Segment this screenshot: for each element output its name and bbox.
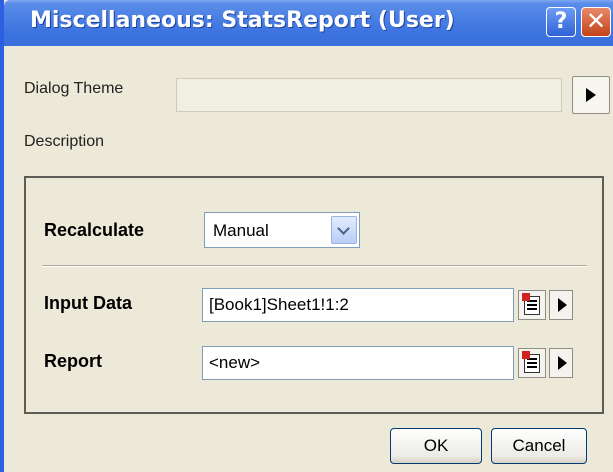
input-data-select-range-button[interactable] bbox=[518, 290, 546, 320]
recalculate-select[interactable]: Manual bbox=[204, 212, 360, 248]
report-label: Report bbox=[44, 351, 102, 371]
recalculate-label: Recalculate bbox=[44, 220, 145, 240]
ok-button[interactable]: OK bbox=[390, 428, 482, 464]
recalculate-value: Manual bbox=[213, 221, 269, 240]
red-marker-icon bbox=[522, 351, 530, 359]
dialog-theme-menu-button[interactable] bbox=[572, 76, 610, 114]
right-triangle-icon bbox=[558, 356, 567, 370]
input-data-field[interactable]: [Book1]Sheet1!1:2 bbox=[202, 288, 514, 322]
input-data-menu-button[interactable] bbox=[549, 290, 573, 320]
report-field[interactable]: <new> bbox=[202, 346, 514, 380]
right-triangle-icon bbox=[558, 298, 567, 312]
red-marker-icon bbox=[522, 293, 530, 301]
close-button[interactable]: ✕ bbox=[581, 7, 611, 37]
title-bar[interactable]: Miscellaneous: StatsReport (User) ? ✕ bbox=[4, 0, 613, 46]
input-data-label: Input Data bbox=[44, 293, 132, 313]
dialog-theme-field[interactable] bbox=[176, 78, 562, 112]
report-menu-button[interactable] bbox=[549, 348, 573, 378]
cancel-button[interactable]: Cancel bbox=[491, 428, 587, 464]
chevron-down-icon bbox=[337, 222, 350, 235]
right-triangle-icon bbox=[586, 88, 596, 102]
separator bbox=[42, 265, 587, 267]
help-button[interactable]: ? bbox=[546, 7, 576, 37]
window-title: Miscellaneous: StatsReport (User) bbox=[30, 8, 455, 33]
dropdown-button[interactable] bbox=[331, 216, 357, 244]
dialog-window: Miscellaneous: StatsReport (User) ? ✕ Di… bbox=[0, 0, 613, 472]
dialog-theme-label: Dialog Theme bbox=[24, 80, 124, 97]
report-select-range-button[interactable] bbox=[518, 348, 546, 378]
description-label: Description bbox=[24, 133, 105, 150]
